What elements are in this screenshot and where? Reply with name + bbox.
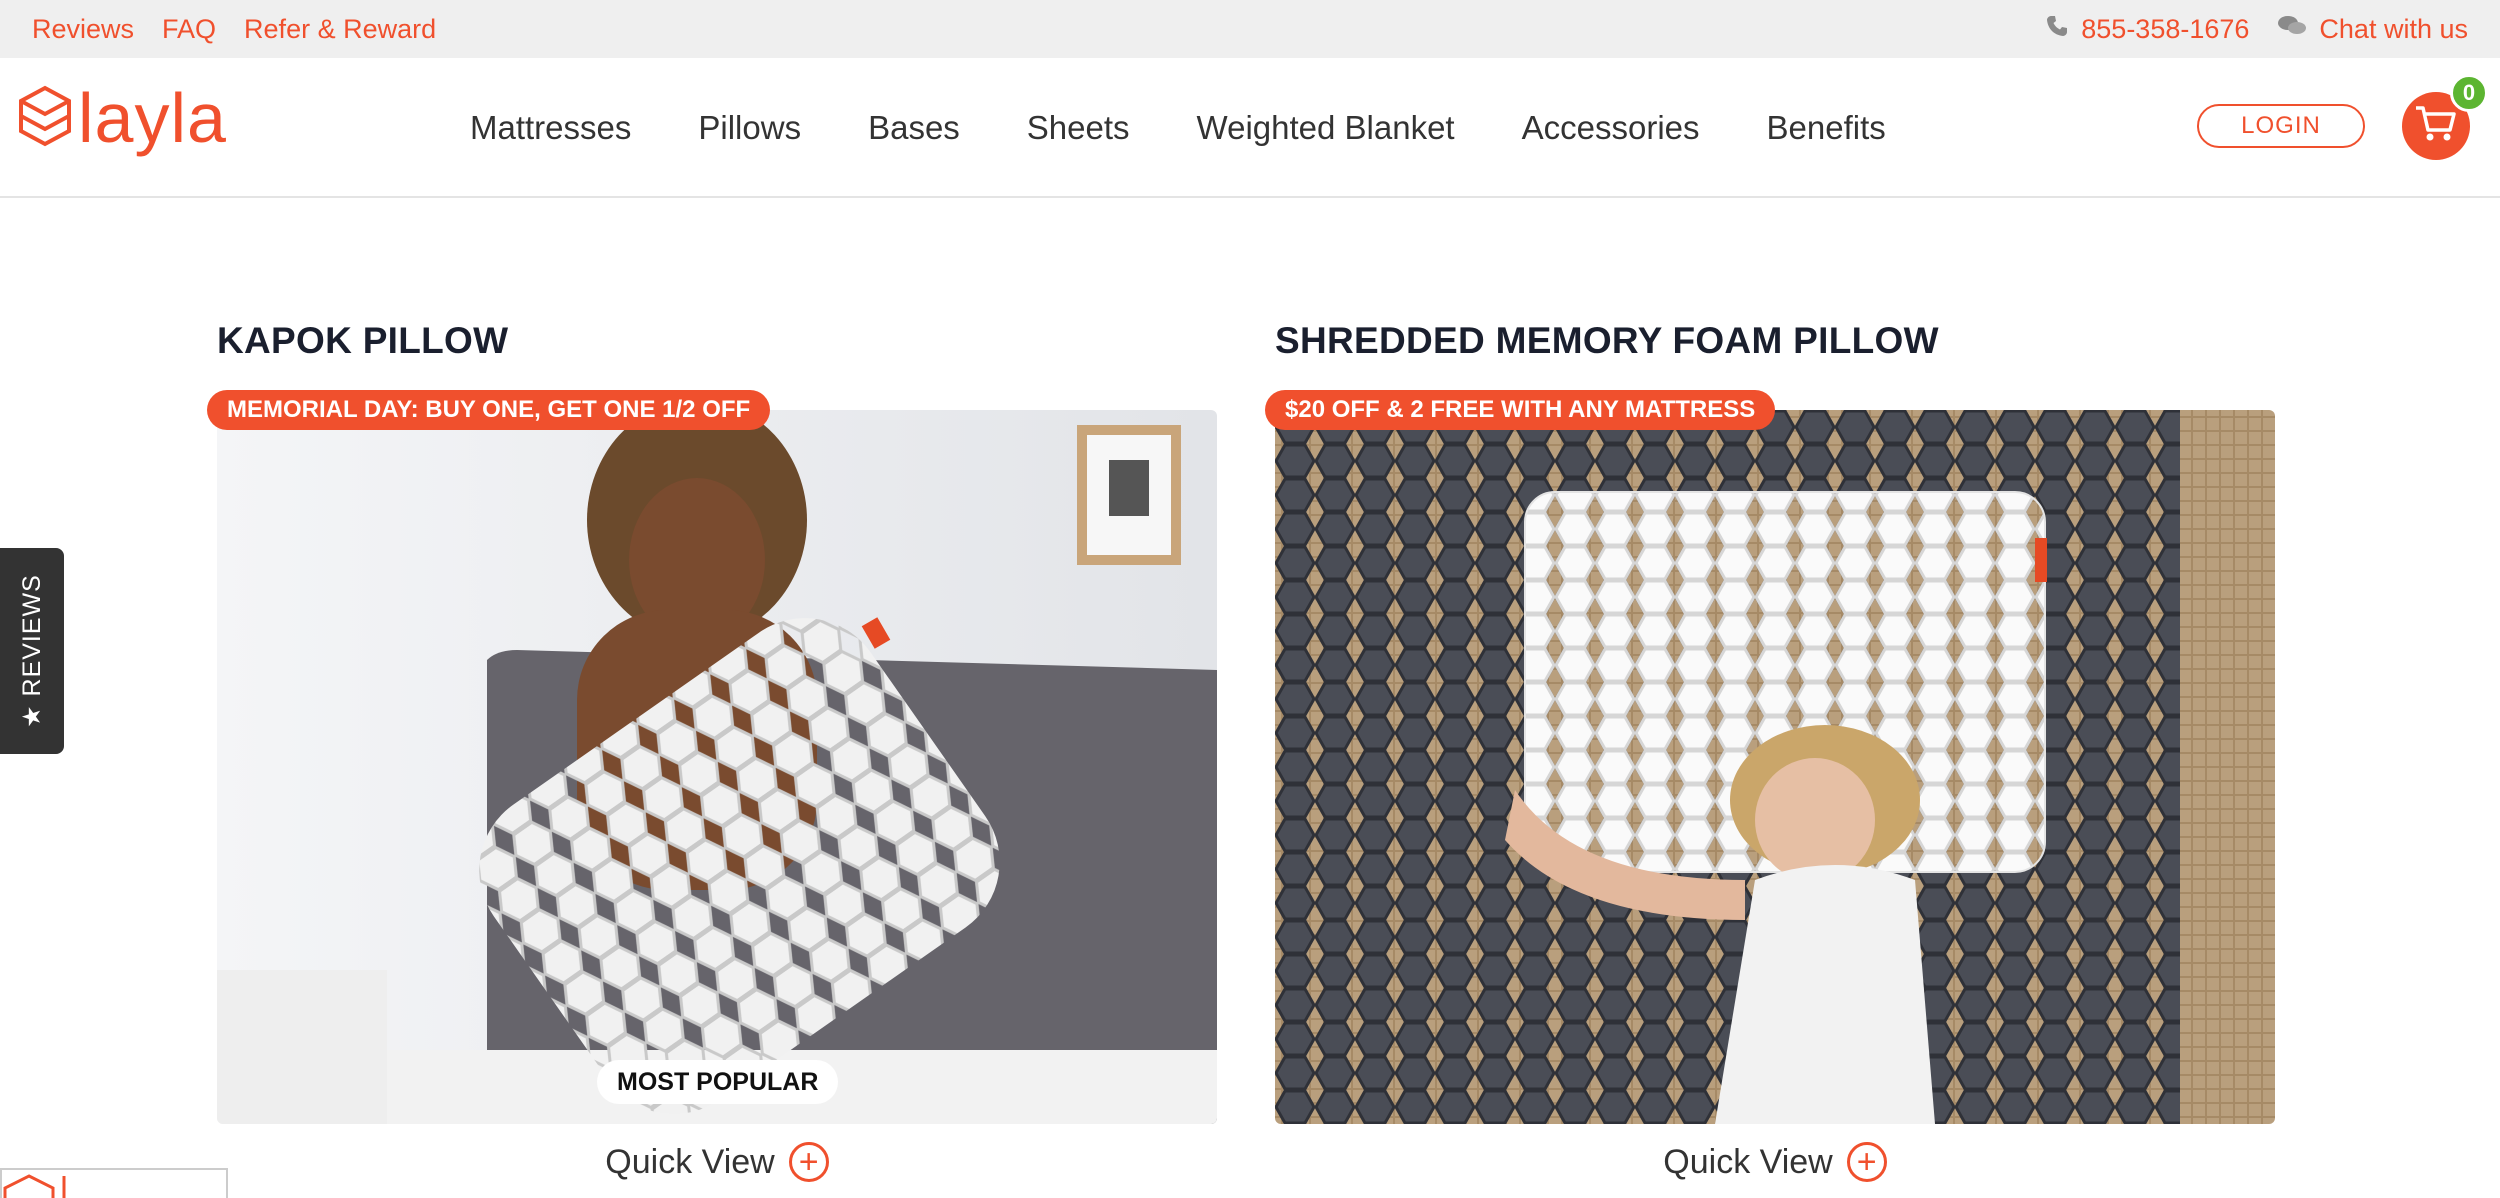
cart-icon xyxy=(2414,104,2458,149)
most-popular-badge: MOST POPULAR xyxy=(597,1060,839,1104)
quick-view-label: Quick View xyxy=(1663,1142,1833,1181)
login-button[interactable]: LOGIN xyxy=(2197,104,2365,148)
nav-sheets[interactable]: Sheets xyxy=(1027,109,1130,147)
product-card-shredded-memory-foam: SHREDDED MEMORY FOAM PILLOW $20 OFF & 2 … xyxy=(1265,320,2275,1182)
layla-logo[interactable]: layla xyxy=(18,83,227,153)
product-image[interactable] xyxy=(1275,410,2275,1124)
quick-view-label: Quick View xyxy=(605,1142,775,1181)
quick-view-button[interactable]: Quick View + xyxy=(217,1142,1217,1182)
nav-bases[interactable]: Bases xyxy=(868,109,960,147)
main-nav: Mattresses Pillows Bases Sheets Weighted… xyxy=(470,58,1886,198)
top-links: Reviews FAQ Refer & Reward xyxy=(32,14,436,45)
kapok-pillow-photo xyxy=(217,410,1217,1124)
logo-text: layla xyxy=(78,79,227,157)
cube-logo-icon xyxy=(3,1174,66,1198)
reviews-link[interactable]: Reviews xyxy=(32,14,134,45)
chat-link[interactable]: Chat with us xyxy=(2277,14,2468,45)
cart-count-badge: 0 xyxy=(2450,74,2488,112)
memory-foam-pillow-photo xyxy=(1275,410,2275,1124)
nav-accessories[interactable]: Accessories xyxy=(1522,109,1700,147)
faq-link[interactable]: FAQ xyxy=(162,14,216,45)
contact-links: 855-358-1676 Chat with us xyxy=(2045,14,2468,45)
phone-icon xyxy=(2045,14,2069,45)
top-utility-bar: Reviews FAQ Refer & Reward 855-358-1676 … xyxy=(0,0,2500,58)
product-title: KAPOK PILLOW xyxy=(217,320,509,361)
promo-badge: $20 OFF & 2 FREE WITH ANY MATTRESS xyxy=(1265,390,1776,430)
reviews-tab-label: ★ REVIEWS xyxy=(18,574,46,728)
chat-label: Chat with us xyxy=(2319,13,2468,44)
sticky-footer-logo[interactable] xyxy=(0,1168,228,1198)
product-image[interactable]: MOST POPULAR xyxy=(217,410,1217,1124)
main-header: layla Mattresses Pillows Bases Sheets We… xyxy=(0,58,2500,198)
product-card-kapok: KAPOK PILLOW MEMORIAL DAY: BUY ONE, GET … xyxy=(207,320,1217,1182)
product-title: SHREDDED MEMORY FOAM PILLOW xyxy=(1275,320,1939,361)
plus-circle-icon: + xyxy=(1846,1142,1887,1182)
nav-pillows[interactable]: Pillows xyxy=(698,109,801,147)
cube-logo-icon xyxy=(18,85,72,152)
nav-mattresses[interactable]: Mattresses xyxy=(470,109,631,147)
refer-reward-link[interactable]: Refer & Reward xyxy=(244,14,436,45)
nav-weighted-blanket[interactable]: Weighted Blanket xyxy=(1197,109,1455,147)
quick-view-button[interactable]: Quick View + xyxy=(1275,1142,2275,1182)
reviews-side-tab[interactable]: ★ REVIEWS xyxy=(0,548,64,754)
phone-number: 855-358-1676 xyxy=(2081,13,2250,44)
chat-icon xyxy=(2277,14,2307,45)
promo-badge: MEMORIAL DAY: BUY ONE, GET ONE 1/2 OFF xyxy=(207,390,771,430)
plus-circle-icon: + xyxy=(788,1142,829,1182)
nav-benefits[interactable]: Benefits xyxy=(1767,109,1886,147)
phone-link[interactable]: 855-358-1676 xyxy=(2045,14,2249,45)
